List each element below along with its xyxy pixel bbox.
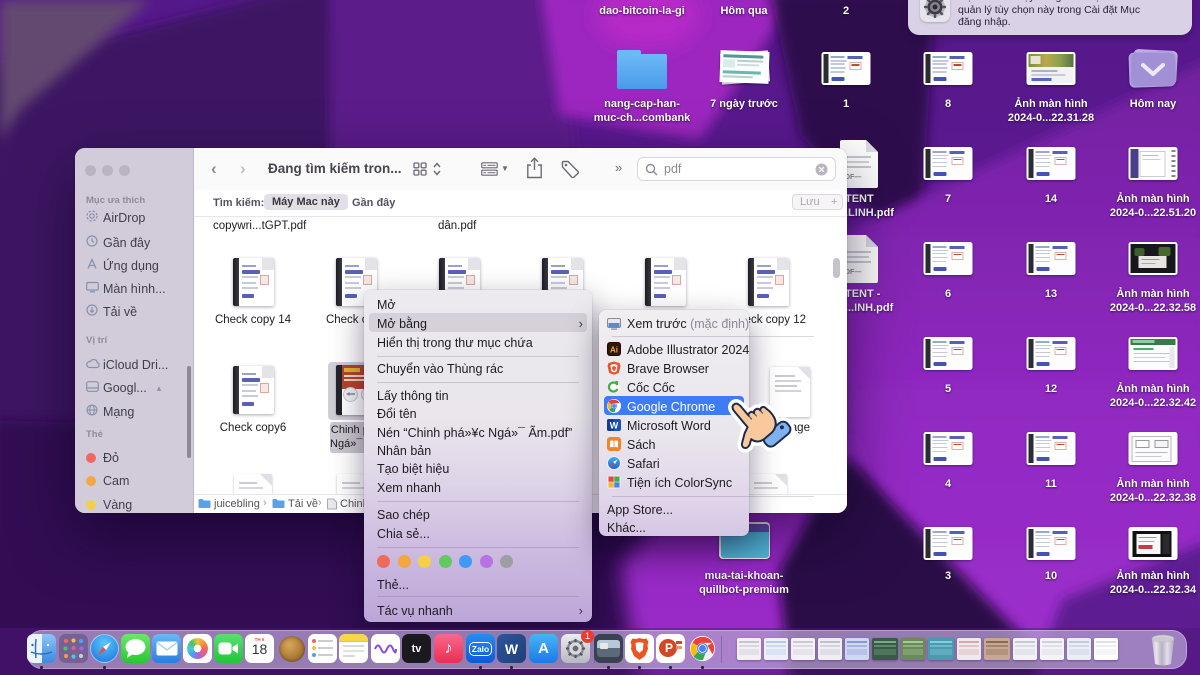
svg-text:W: W <box>610 421 619 431</box>
svg-text:Ai: Ai <box>610 346 618 355</box>
